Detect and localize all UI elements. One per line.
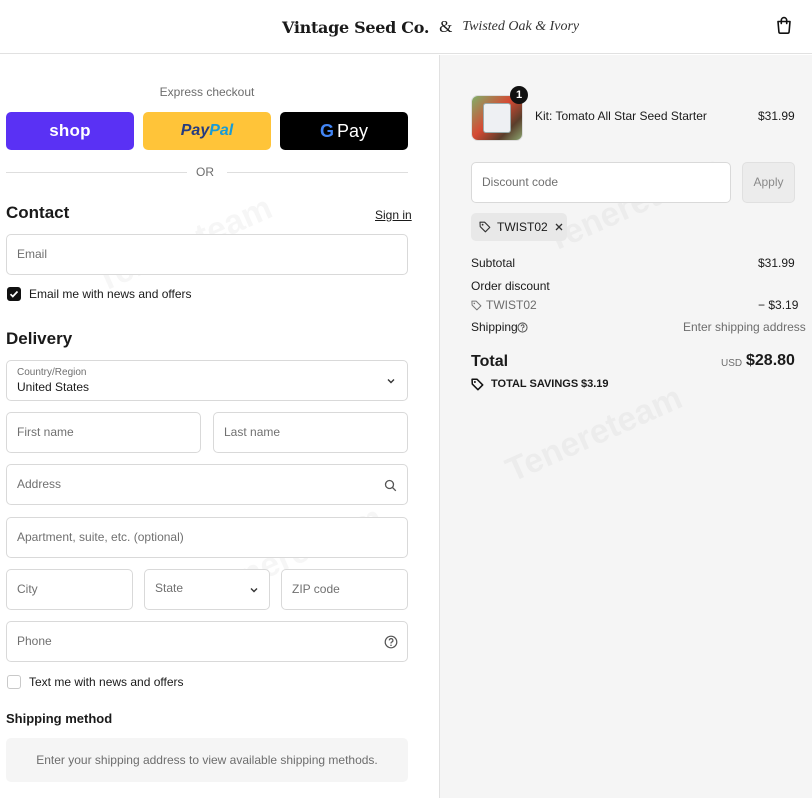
paypal-label-pay: Pay: [180, 122, 210, 139]
shipping-method-heading: Shipping method: [6, 711, 113, 726]
country-label: Country/Region: [17, 367, 87, 378]
divider-line: [227, 172, 408, 173]
product-name: Kit: Tomato All Star Seed Starter: [535, 109, 707, 123]
last-name-field[interactable]: Last name: [213, 412, 408, 453]
checkout-header: Vintage Seed Co. & Twisted Oak & Ivory: [0, 0, 812, 54]
express-checkout-title: Express checkout: [159, 85, 255, 99]
google-pay-label: Pay: [336, 120, 369, 141]
order-summary: Tenereteam Tenereteam 1 Kit: Tomato All …: [439, 55, 812, 798]
shop-pay-label: shop: [49, 121, 91, 140]
savings-tag-icon: [471, 378, 484, 391]
sms-newsletter-checkbox[interactable]: [7, 675, 21, 689]
contact-heading: Contact: [6, 203, 70, 222]
country-value: United States: [17, 380, 90, 394]
store-logo[interactable]: Vintage Seed Co. & Twisted Oak & Ivory: [282, 13, 579, 41]
zip-field[interactable]: ZIP code: [281, 569, 408, 610]
zip-placeholder: ZIP code: [292, 582, 340, 596]
address-field[interactable]: Address: [6, 464, 408, 505]
city-field[interactable]: City: [6, 569, 133, 610]
email-newsletter-checkbox[interactable]: [7, 287, 21, 301]
checkmark-icon: [9, 290, 19, 298]
shipping-method-message: Enter your shipping address to view avai…: [6, 738, 408, 782]
chevron-down-icon: [250, 588, 258, 593]
google-pay-button[interactable]: G Pay: [280, 112, 408, 150]
quantity-badge: 1: [510, 86, 528, 104]
applied-discount-chip: TWIST02: [471, 213, 567, 241]
email-newsletter-label: Email me with news and offers: [29, 287, 192, 301]
search-icon: [384, 479, 397, 492]
product-price: $31.99: [758, 109, 795, 123]
total-savings-label: TOTAL SAVINGS: [491, 378, 579, 390]
logo-primary: Vintage Seed Co.: [282, 17, 430, 37]
tag-icon: [471, 300, 482, 311]
subtotal-value: $31.99: [758, 256, 795, 270]
total-currency: USD: [721, 358, 743, 369]
email-placeholder: Email: [17, 247, 48, 261]
remove-discount-icon[interactable]: [554, 222, 564, 232]
total-label: Total: [471, 353, 509, 370]
tag-icon: [479, 221, 491, 233]
discount-placeholder: Discount code: [482, 175, 559, 189]
paypal-button[interactable]: Pay Pal: [143, 112, 271, 150]
discount-code-label: TWIST02: [486, 298, 537, 312]
logo-ampersand: &: [439, 17, 453, 36]
discount-value: − $3.19: [758, 298, 799, 312]
order-discount-label: Order discount: [471, 279, 550, 293]
discount-code-field[interactable]: Discount code: [471, 162, 731, 203]
total-value: $28.80: [746, 352, 795, 369]
last-name-placeholder: Last name: [224, 425, 281, 439]
help-circle-icon[interactable]: [517, 322, 528, 333]
delivery-heading: Delivery: [6, 329, 73, 348]
or-label: OR: [196, 165, 214, 179]
first-name-placeholder: First name: [17, 425, 74, 439]
country-select[interactable]: Country/Region United States: [6, 360, 408, 401]
help-circle-icon[interactable]: [384, 635, 398, 649]
google-g-icon: G: [319, 120, 334, 141]
shopping-bag-icon[interactable]: [775, 16, 793, 34]
address-placeholder: Address: [17, 477, 62, 491]
state-placeholder: State: [155, 581, 184, 595]
apartment-field[interactable]: Apartment, suite, etc. (optional): [6, 517, 408, 558]
product-package-image: [484, 104, 510, 132]
paypal-label-pal: Pal: [209, 122, 234, 139]
state-select[interactable]: State: [144, 569, 270, 610]
city-placeholder: City: [17, 582, 38, 596]
logo-secondary: Twisted Oak & Ivory: [462, 19, 580, 34]
chevron-down-icon: [387, 379, 395, 384]
phone-placeholder: Phone: [17, 634, 52, 648]
total-savings-value: $3.19: [581, 378, 609, 390]
sms-newsletter-label: Text me with news and offers: [29, 675, 184, 689]
checkout-form: Tenereteam Tenereteam Express checkout s…: [0, 55, 439, 798]
applied-discount-code: TWIST02: [497, 220, 548, 234]
apartment-placeholder: Apartment, suite, etc. (optional): [17, 530, 184, 544]
shipping-value: Enter shipping address: [683, 320, 806, 334]
sign-in-link[interactable]: Sign in: [375, 208, 412, 222]
first-name-field[interactable]: First name: [6, 412, 201, 453]
divider-line: [6, 172, 187, 173]
email-field[interactable]: Email: [6, 234, 408, 275]
watermark: Tenereteam: [500, 378, 688, 490]
subtotal-label: Subtotal: [471, 256, 516, 270]
shop-pay-button[interactable]: shop: [6, 112, 134, 150]
phone-field[interactable]: Phone: [6, 621, 408, 662]
apply-discount-button[interactable]: Apply: [742, 162, 795, 203]
or-divider: OR: [6, 165, 408, 179]
shipping-label: Shipping: [471, 320, 518, 334]
